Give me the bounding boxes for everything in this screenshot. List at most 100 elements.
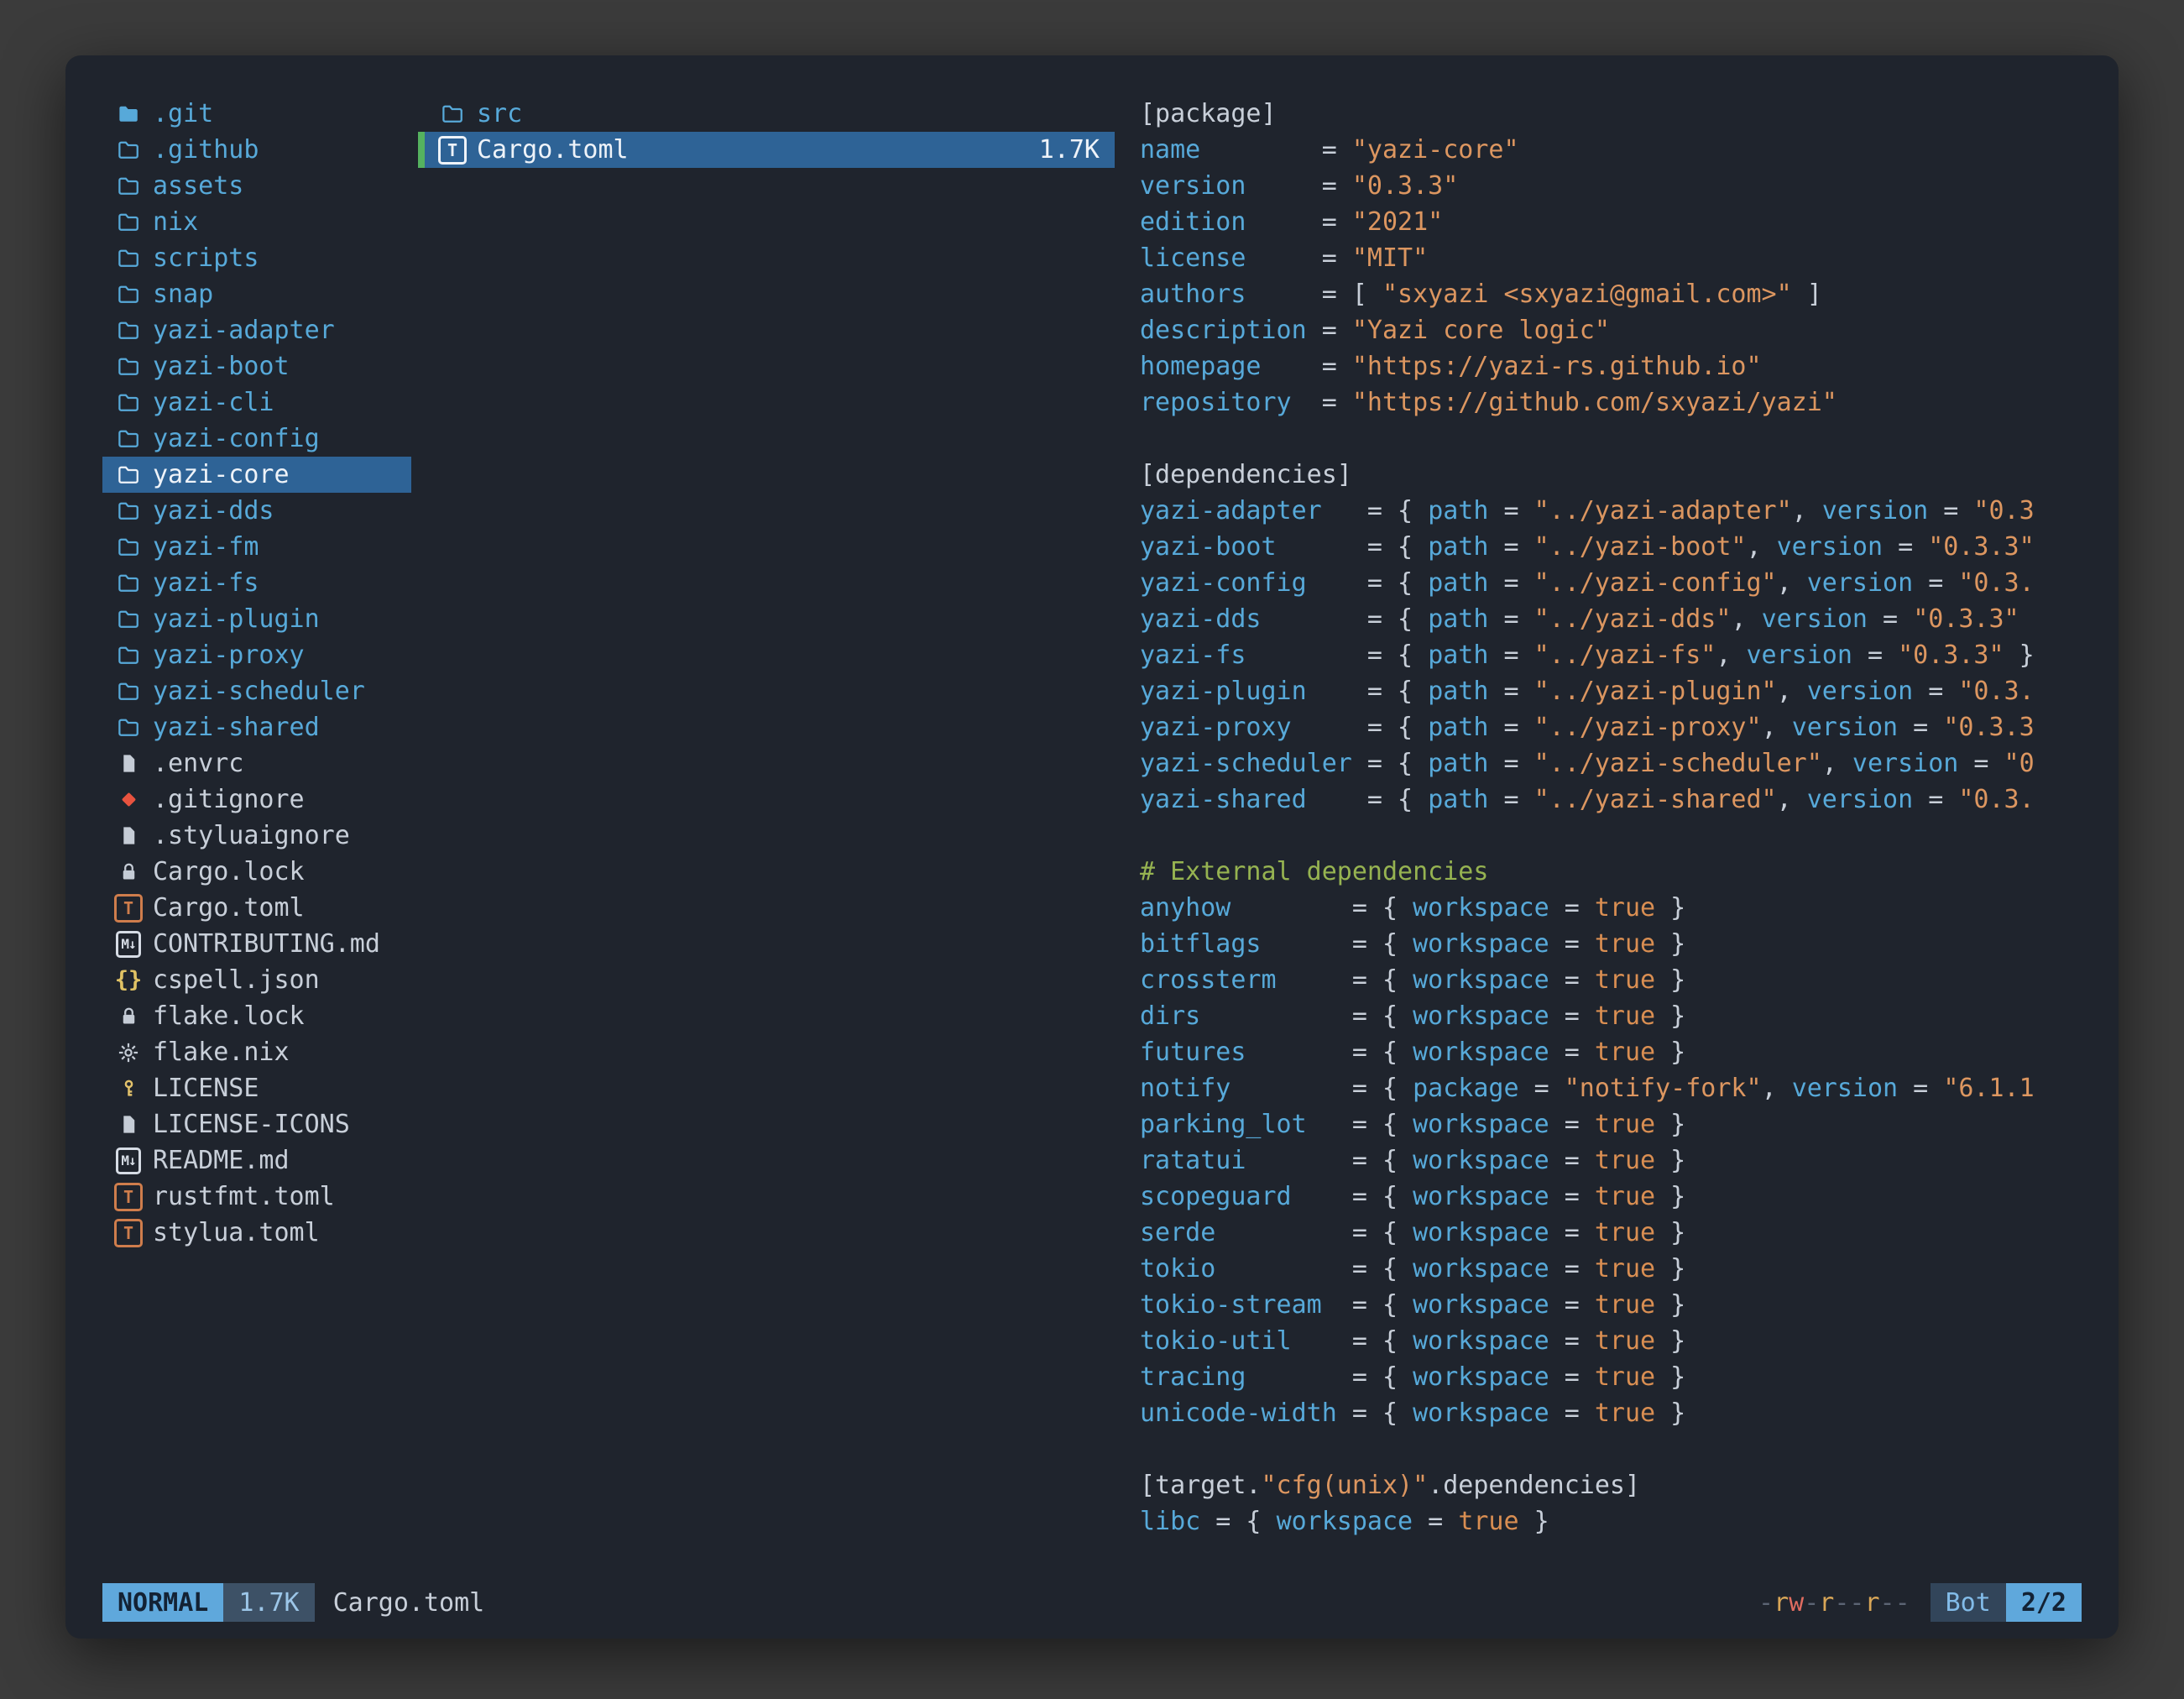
yazi-file-manager-window: .git .githubassets nixscripts snap yazi-adap… <box>65 55 2119 1639</box>
preview-line: description = "Yazi core logic" <box>1140 312 2082 348</box>
file-size-badge: 1.7K <box>223 1583 314 1622</box>
preview-line: crossterm = { workspace = true } <box>1140 962 2082 998</box>
dir-row-src[interactable]: src <box>418 96 1115 132</box>
file-row-cspell.json[interactable]: {}cspell.json <box>102 962 411 998</box>
dir-row-yazi-fm[interactable]: yazi-fm <box>102 529 411 565</box>
entry-name: .styluaignore <box>153 821 350 850</box>
preview-line: yazi-plugin = { path = "../yazi-plugin",… <box>1140 673 2082 709</box>
preview-line: tokio-util = { workspace = true } <box>1140 1323 2082 1359</box>
entry-name: snap <box>153 280 213 309</box>
file-icon <box>111 1113 146 1136</box>
toml-icon: T <box>111 1219 146 1247</box>
preview-line: parking_lot = { workspace = true } <box>1140 1106 2082 1142</box>
dir-row-yazi-shared[interactable]: yazi-shared <box>102 709 411 745</box>
entry-name: Cargo.toml <box>153 893 305 923</box>
dir-row-yazi-config[interactable]: yazi-config <box>102 421 411 457</box>
dir-row-yazi-plugin[interactable]: yazi-plugin <box>102 601 411 637</box>
dir-row-.git[interactable]: .git <box>102 96 411 132</box>
file-row-LICENSE-ICONS[interactable]: LICENSE-ICONS <box>102 1106 411 1142</box>
file-row-stylua.toml[interactable]: Tstylua.toml <box>102 1215 411 1251</box>
preview-line: tokio-stream = { workspace = true } <box>1140 1287 2082 1323</box>
entry-name: LICENSE <box>153 1074 259 1103</box>
folder-icon <box>111 426 146 452</box>
preview-line: yazi-adapter = { path = "../yazi-adapter… <box>1140 493 2082 529</box>
entry-name: yazi-config <box>153 424 320 453</box>
file-row-README.md[interactable]: M↓README.md <box>102 1142 411 1179</box>
file-row-CONTRIBUTING.md[interactable]: M↓CONTRIBUTING.md <box>102 926 411 962</box>
dir-row-yazi-proxy[interactable]: yazi-proxy <box>102 637 411 673</box>
dir-row-yazi-core[interactable]: yazi-core <box>102 457 411 493</box>
preview-line: version = "0.3.3" <box>1140 168 2082 204</box>
preview-line: [package] <box>1140 96 2082 132</box>
preview-line: serde = { workspace = true } <box>1140 1215 2082 1251</box>
lock-icon <box>111 1005 146 1027</box>
entry-name: README.md <box>153 1146 290 1175</box>
entry-name: yazi-fm <box>153 532 259 562</box>
dir-row-yazi-boot[interactable]: yazi-boot <box>102 348 411 384</box>
preview-line: futures = { workspace = true } <box>1140 1034 2082 1070</box>
dir-row-.github[interactable]: .github <box>102 132 411 168</box>
parent-directory-pane[interactable]: .git .githubassets nixscripts snap yazi-adap… <box>102 96 411 1570</box>
preview-line: anyhow = { workspace = true } <box>1140 890 2082 926</box>
entry-name: yazi-boot <box>153 352 290 381</box>
entry-name: nix <box>153 207 198 237</box>
preview-line: bitflags = { workspace = true } <box>1140 926 2082 962</box>
entry-name: flake.lock <box>153 1001 305 1031</box>
preview-line: [dependencies] <box>1140 457 2082 493</box>
file-row-LICENSE[interactable]: LICENSE <box>102 1070 411 1106</box>
folder-icon <box>111 535 146 560</box>
file-row-rustfmt.toml[interactable]: Trustfmt.toml <box>102 1179 411 1215</box>
folder-icon <box>111 174 146 199</box>
dir-row-scripts[interactable]: scripts <box>102 240 411 276</box>
current-directory-pane[interactable]: srcTCargo.toml1.7K <box>418 96 1115 1570</box>
folder-icon <box>111 571 146 596</box>
file-row-Cargo.toml[interactable]: TCargo.toml <box>102 890 411 926</box>
folder-git-icon <box>111 102 146 127</box>
panes-container: .git .githubassets nixscripts snap yazi-adap… <box>102 96 2082 1570</box>
preview-line: notify = { package = "notify-fork", vers… <box>1140 1070 2082 1106</box>
file-row-Cargo.lock[interactable]: Cargo.lock <box>102 854 411 890</box>
dir-row-assets[interactable]: assets <box>102 168 411 204</box>
preview-line: repository = "https://github.com/sxyazi/… <box>1140 384 2082 421</box>
file-row-.styluaignore[interactable]: .styluaignore <box>102 818 411 854</box>
folder-icon <box>111 210 146 235</box>
dir-row-snap[interactable]: snap <box>102 276 411 312</box>
preview-line: license = "MIT" <box>1140 240 2082 276</box>
toml-icon: T <box>435 136 470 165</box>
file-row-flake.nix[interactable]: flake.nix <box>102 1034 411 1070</box>
entry-name: yazi-shared <box>153 713 320 742</box>
dir-row-yazi-fs[interactable]: yazi-fs <box>102 565 411 601</box>
entry-name: CONTRIBUTING.md <box>153 929 380 959</box>
preview-line <box>1140 421 2082 457</box>
dir-row-yazi-adapter[interactable]: yazi-adapter <box>102 312 411 348</box>
dir-row-yazi-scheduler[interactable]: yazi-scheduler <box>102 673 411 709</box>
entry-name: .gitignore <box>153 785 305 814</box>
entry-name: yazi-dds <box>153 496 274 525</box>
file-row-flake.lock[interactable]: flake.lock <box>102 998 411 1034</box>
entry-name: yazi-proxy <box>153 640 305 670</box>
preview-line: yazi-boot = { path = "../yazi-boot", ver… <box>1140 529 2082 565</box>
folder-icon <box>111 679 146 704</box>
entry-name: .git <box>153 99 213 128</box>
preview-line: yazi-scheduler = { path = "../yazi-sched… <box>1140 745 2082 782</box>
preview-line: # External dependencies <box>1140 854 2082 890</box>
preview-line: yazi-dds = { path = "../yazi-dds", versi… <box>1140 601 2082 637</box>
entry-name: assets <box>153 171 243 201</box>
entry-name: yazi-cli <box>153 388 274 417</box>
file-icon <box>111 824 146 847</box>
preview-line: [target."cfg(unix)".dependencies] <box>1140 1467 2082 1503</box>
preview-line: yazi-config = { path = "../yazi-config",… <box>1140 565 2082 601</box>
folder-icon <box>111 499 146 524</box>
entry-name: yazi-core <box>153 460 290 489</box>
preview-line: tracing = { workspace = true } <box>1140 1359 2082 1395</box>
file-row-Cargo.toml[interactable]: TCargo.toml1.7K <box>418 132 1115 168</box>
json-icon: {} <box>111 967 146 993</box>
toml-icon: T <box>111 894 146 923</box>
scroll-position-badge: Bot <box>1931 1583 2006 1622</box>
dir-row-yazi-cli[interactable]: yazi-cli <box>102 384 411 421</box>
file-row-.envrc[interactable]: .envrc <box>102 745 411 782</box>
key-icon <box>111 1077 146 1100</box>
file-row-.gitignore[interactable]: .gitignore <box>102 782 411 818</box>
dir-row-nix[interactable]: nix <box>102 204 411 240</box>
dir-row-yazi-dds[interactable]: yazi-dds <box>102 493 411 529</box>
